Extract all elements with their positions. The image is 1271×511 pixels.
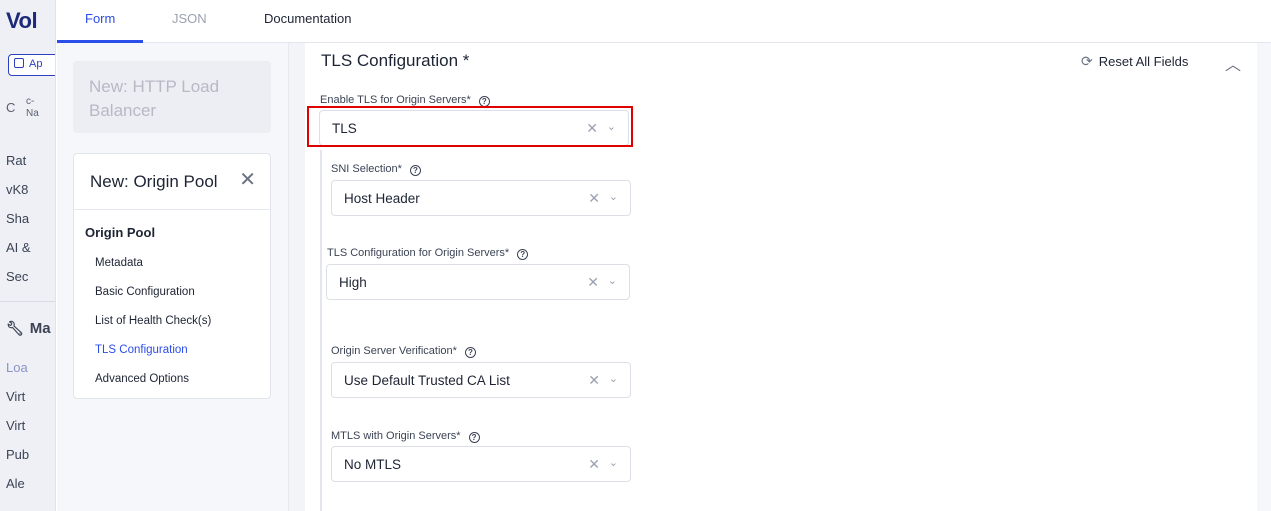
chevron-down-icon[interactable]: ⌄ [609, 456, 618, 469]
field-label-text: MTLS with Origin Servers* [331, 430, 461, 442]
app-switcher-label: Ap [29, 58, 43, 70]
divider [74, 209, 270, 210]
refresh-icon: ⟳ [1081, 53, 1093, 69]
chevron-down-icon[interactable]: ⌄ [608, 274, 617, 287]
reset-all-fields-button[interactable]: ⟳ Reset All Fields [1081, 53, 1188, 70]
tab-form[interactable]: Form [85, 11, 115, 26]
help-icon[interactable]: ? [517, 249, 529, 260]
field-label-text: SNI Selection* [331, 163, 402, 175]
app-logo: Vol [6, 8, 38, 33]
field-label-text: Enable TLS for Origin Servers* [320, 94, 471, 106]
app-nav-item[interactable]: Ale [6, 476, 25, 491]
app-nav-item[interactable]: Pub [6, 447, 29, 462]
select-value: High [339, 275, 367, 290]
tab-json[interactable]: JSON [172, 11, 207, 26]
chevron-down-icon[interactable]: ⌄ [609, 372, 618, 385]
field-label: MTLS with Origin Servers*? [331, 430, 480, 443]
nav-item-advanced-options[interactable]: Advanced Options [95, 373, 189, 385]
app-nav-item[interactable]: Sha [6, 211, 29, 226]
select-value: No MTLS [344, 457, 402, 472]
select-value: Use Default Trusted CA List [344, 373, 510, 388]
clear-icon[interactable]: ✕ [588, 456, 600, 473]
tenant-name: c- [26, 96, 35, 107]
tenant-selector[interactable]: C c- Na [6, 96, 39, 119]
tenant-avatar: C [6, 100, 16, 115]
field-label: TLS Configuration for Origin Servers*? [327, 247, 529, 260]
tls-config-select[interactable]: High ✕ ⌄ [326, 264, 630, 300]
clear-icon[interactable]: ✕ [588, 190, 600, 207]
section-title: TLS Configuration * [321, 51, 470, 70]
tab-bar: Form JSON Documentation [57, 0, 1271, 43]
app-sidebar: Vol Ap C c- Na Rat vK8 Sha AI & Sec 🔧︎ Ma … [0, 0, 56, 511]
field-label-text: TLS Configuration for Origin Servers* [327, 247, 510, 259]
field-label: Origin Server Verification*? [331, 345, 476, 358]
clear-icon[interactable]: ✕ [588, 372, 600, 389]
app-switcher-button[interactable]: Ap [8, 54, 55, 76]
app-icon [14, 58, 24, 68]
help-icon[interactable]: ? [464, 347, 476, 358]
field-label: SNI Selection*? [331, 163, 421, 176]
close-icon[interactable]: ✕ [239, 170, 256, 190]
nav-item-tls-configuration[interactable]: TLS Configuration [95, 344, 188, 356]
app-nav-item[interactable]: AI & [6, 240, 31, 255]
parent-card-http-load-balancer[interactable]: New: HTTP Load Balancer [73, 61, 271, 133]
app-nav-item[interactable]: Rat [6, 153, 26, 168]
nav-item-basic-configuration[interactable]: Basic Configuration [95, 286, 195, 298]
app-section-manage[interactable]: 🔧︎ Ma [6, 320, 51, 337]
nav-item-health-checks[interactable]: List of Health Check(s) [95, 315, 211, 327]
mtls-select[interactable]: No MTLS ✕ ⌄ [331, 446, 631, 482]
app-nav-item[interactable]: vK8 [6, 182, 28, 197]
help-icon[interactable]: ? [468, 432, 480, 443]
field-label-text: Origin Server Verification* [331, 345, 457, 357]
chevron-down-icon[interactable]: ⌄ [609, 190, 618, 203]
tab-documentation[interactable]: Documentation [264, 11, 351, 26]
tenant-namespace: Na [26, 108, 39, 119]
wrench-icon: 🔧︎ [6, 320, 24, 336]
nav-heading[interactable]: Origin Pool [85, 225, 155, 240]
scroll-gutter [289, 43, 305, 511]
clear-icon[interactable]: ✕ [587, 274, 599, 291]
nav-item-metadata[interactable]: Metadata [95, 257, 143, 269]
app-nav-item[interactable]: Virt [6, 418, 25, 433]
app-section-label: Ma [29, 320, 51, 337]
card-title: New: Origin Pool [90, 172, 218, 191]
right-gutter [1257, 43, 1271, 511]
app-nav-item-load-balancers[interactable]: Loa [6, 360, 28, 375]
app-nav-item[interactable]: Sec [6, 269, 28, 284]
sidebar-divider [0, 301, 55, 302]
app-nav-item[interactable]: Virt [6, 389, 25, 404]
chevron-up-icon[interactable]: ︿ [1225, 51, 1241, 75]
highlight-box [307, 106, 633, 147]
nested-indent-line [320, 150, 322, 511]
sni-selection-select[interactable]: Host Header ✕ ⌄ [331, 180, 631, 216]
origin-verification-select[interactable]: Use Default Trusted CA List ✕ ⌄ [331, 362, 631, 398]
form-nav-panel: New: HTTP Load Balancer New: Origin Pool… [57, 43, 289, 511]
help-icon[interactable]: ? [409, 165, 421, 176]
origin-pool-card: New: Origin Pool ✕ Origin Pool Metadata … [73, 153, 271, 399]
select-value: Host Header [344, 191, 420, 206]
reset-label: Reset All Fields [1098, 54, 1189, 69]
